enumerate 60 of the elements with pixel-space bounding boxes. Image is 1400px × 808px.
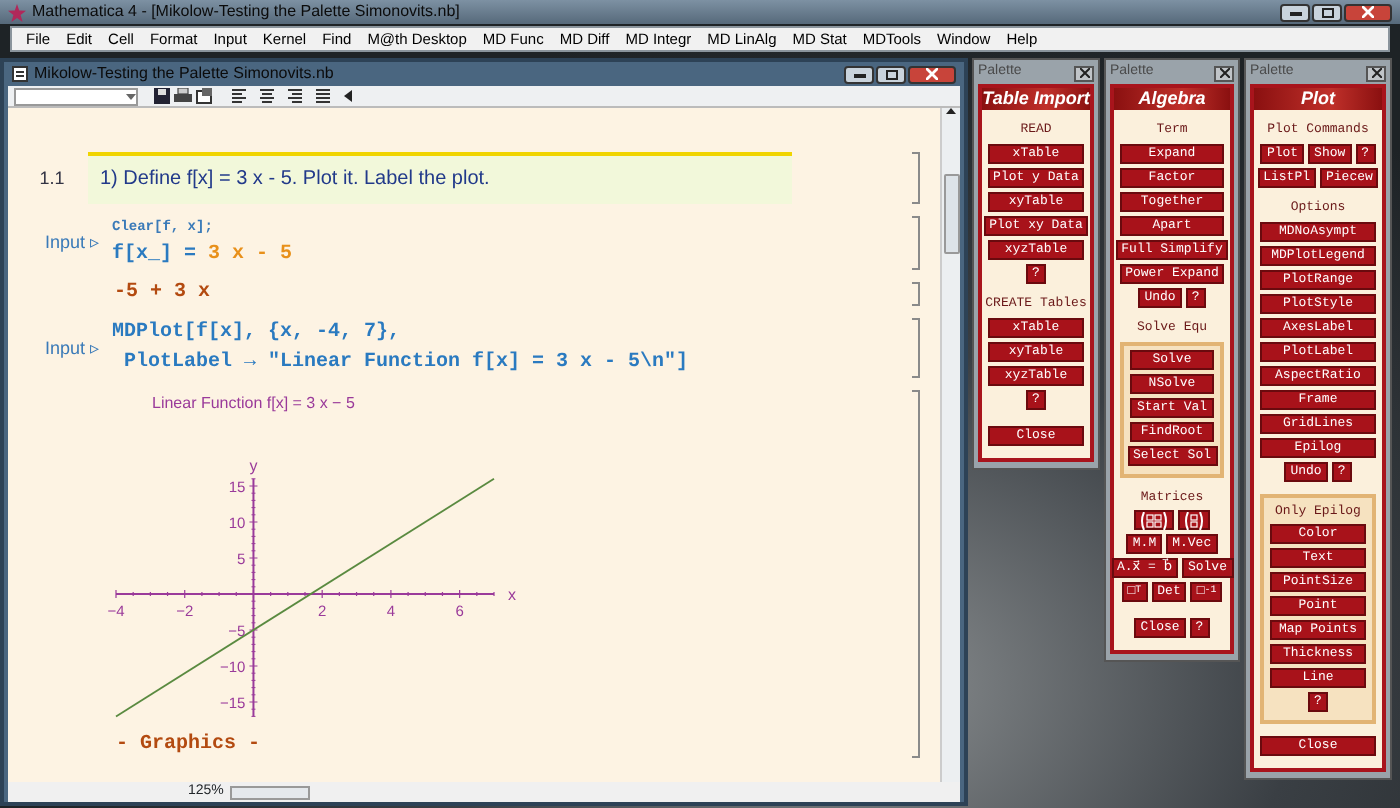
cell-bracket[interactable] bbox=[912, 282, 920, 306]
code-line[interactable]: f[x_] = 3 x - 5 bbox=[112, 240, 293, 270]
output-text: -5 + 3 x bbox=[114, 282, 211, 306]
notebook-icon bbox=[12, 66, 28, 82]
palette-banner: Plot bbox=[1254, 88, 1382, 110]
vector-icon bbox=[1184, 511, 1204, 530]
window-title: Mikolow-Testing the Palette Simonovits.nb bbox=[34, 64, 334, 84]
matrix-icon bbox=[1140, 511, 1168, 530]
close-button[interactable] bbox=[1344, 3, 1392, 21]
minimize-icon bbox=[1289, 8, 1301, 16]
triangle-icon bbox=[344, 90, 352, 102]
code-line[interactable]: MDPlot[f[x], {x, -4, 7}, bbox=[112, 318, 689, 348]
justify-icon bbox=[316, 88, 330, 104]
cell-bracket[interactable] bbox=[912, 318, 920, 378]
save-icon bbox=[154, 88, 170, 104]
close-button[interactable] bbox=[1074, 65, 1094, 81]
palette-banner: Table Import bbox=[982, 88, 1090, 110]
window-icon bbox=[196, 88, 212, 104]
close-icon bbox=[1219, 68, 1229, 78]
palette-banner: Algebra bbox=[1114, 88, 1230, 110]
scroll-thumb[interactable] bbox=[943, 174, 959, 254]
close-icon bbox=[1371, 68, 1381, 78]
cell-label: Input ▹ bbox=[42, 232, 102, 254]
close-icon bbox=[1079, 68, 1089, 78]
maximize-icon bbox=[885, 69, 897, 79]
maximize-button[interactable] bbox=[1312, 3, 1342, 21]
window-title: Mathematica 4 - [Mikolow-Testing the Palette Simonovits.nb] bbox=[32, 2, 460, 22]
vertical-scrollbar[interactable] bbox=[940, 108, 960, 782]
cell-bracket[interactable] bbox=[912, 152, 920, 204]
vector-button[interactable] bbox=[1178, 510, 1210, 531]
close-icon bbox=[926, 68, 938, 80]
star-icon bbox=[8, 3, 26, 21]
print-icon bbox=[174, 88, 192, 104]
cell-bracket[interactable] bbox=[912, 390, 920, 758]
maximize-button[interactable] bbox=[876, 65, 906, 83]
section-number: 1.1 bbox=[37, 167, 67, 189]
close-button[interactable] bbox=[908, 65, 956, 83]
axis-label: y bbox=[249, 456, 258, 475]
maximize-icon bbox=[1321, 7, 1333, 17]
chart-title: Linear Function f[x] = 3 x − 5 bbox=[152, 394, 355, 412]
minimize-icon bbox=[853, 70, 865, 78]
align-right-icon bbox=[288, 88, 302, 104]
close-button[interactable] bbox=[1214, 65, 1234, 81]
close-button[interactable] bbox=[1366, 65, 1386, 81]
graphics-caption: - Graphics - bbox=[116, 734, 261, 758]
align-center-icon bbox=[260, 88, 274, 104]
section-text: 1) Define f[x] = 3 x - 5. Plot it. Label the plot. bbox=[88, 152, 792, 204]
code-line[interactable]: PlotLabel → "Linear Function f[x] = 3 x - 5\n"] bbox=[112, 348, 689, 378]
caret-icon bbox=[126, 93, 136, 99]
align-left-icon bbox=[232, 88, 246, 104]
matrix-button[interactable] bbox=[1134, 510, 1174, 531]
minimize-button[interactable] bbox=[1280, 3, 1310, 21]
horizontal-scroll-thumb[interactable] bbox=[229, 785, 310, 799]
cell-label: Input ▹ bbox=[42, 337, 102, 359]
style-dropdown[interactable] bbox=[14, 87, 138, 105]
up-arrow-icon bbox=[946, 108, 956, 114]
close-icon bbox=[1362, 6, 1374, 18]
minimize-button[interactable] bbox=[844, 65, 874, 83]
cell-bracket[interactable] bbox=[912, 216, 920, 270]
axis-label: x bbox=[508, 586, 516, 604]
